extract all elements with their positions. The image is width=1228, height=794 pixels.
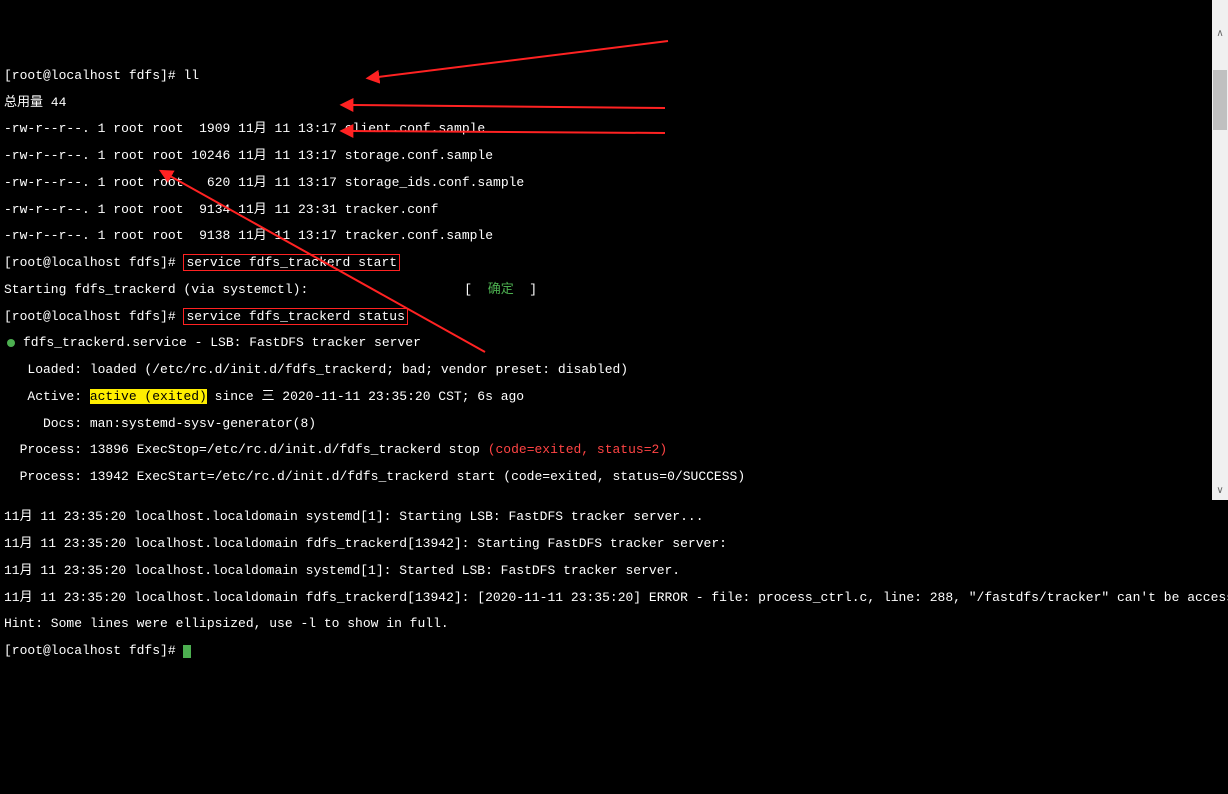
file-row: -rw-r--r--. 1 root root 1909 11月 11 13:1… (4, 122, 1224, 135)
command-start: service fdfs_trackerd start (183, 254, 400, 271)
scroll-thumb[interactable] (1213, 70, 1227, 130)
log-line: 11月 11 23:35:20 localhost.localdomain sy… (4, 510, 1224, 523)
status-dot-icon (7, 339, 15, 347)
total-line: 总用量 44 (4, 96, 1224, 109)
shell-prompt: [root@localhost fdfs]# (4, 68, 176, 83)
hint-line: Hint: Some lines were ellipsized, use -l… (4, 617, 1224, 630)
ok-text: 确定 (488, 282, 514, 297)
process-stop-code: (code=exited, status=2) (488, 442, 667, 457)
terminal-output[interactable]: [root@localhost fdfs]# ll 总用量 44 -rw-r--… (0, 54, 1228, 674)
log-line: 11月 11 23:35:20 localhost.localdomain sy… (4, 564, 1224, 577)
starting-text: Starting fdfs_trackerd (via systemctl): (4, 282, 308, 297)
command-ll: ll (183, 68, 199, 83)
chevron-up-icon: ∧ (1216, 30, 1223, 40)
service-title: fdfs_trackerd.service - LSB: FastDFS tra… (23, 335, 421, 350)
scroll-down-button[interactable]: ∨ (1212, 484, 1228, 500)
terminal-cursor (183, 645, 191, 658)
file-row: -rw-r--r--. 1 root root 9138 11月 11 13:1… (4, 229, 1224, 242)
file-row: -rw-r--r--. 1 root root 620 11月 11 13:17… (4, 176, 1224, 189)
active-since: since 三 2020-11-11 23:35:20 CST; 6s ago (207, 389, 524, 404)
shell-prompt: [root@localhost fdfs]# (4, 255, 176, 270)
process-stop: Process: 13896 ExecStop=/etc/rc.d/init.d… (4, 442, 488, 457)
active-value: active (exited) (90, 389, 207, 404)
docs-line: Docs: man:systemd-sysv-generator(8) (4, 417, 1224, 430)
scroll-up-button[interactable]: ∧ (1212, 27, 1228, 43)
scrollbar[interactable]: ∧ ∨ (1212, 0, 1228, 500)
file-row: -rw-r--r--. 1 root root 9134 11月 11 23:3… (4, 203, 1224, 216)
active-label: Active: (4, 389, 90, 404)
ok-bracket: ] (514, 282, 537, 297)
file-row: -rw-r--r--. 1 root root 10246 11月 11 13:… (4, 149, 1224, 162)
ok-bracket: [ (464, 282, 487, 297)
log-line: 11月 11 23:35:20 localhost.localdomain fd… (4, 537, 1224, 550)
shell-prompt: [root@localhost fdfs]# (4, 643, 176, 658)
shell-prompt: [root@localhost fdfs]# (4, 309, 176, 324)
log-line: 11月 11 23:35:20 localhost.localdomain fd… (4, 591, 1224, 604)
command-status: service fdfs_trackerd status (183, 308, 407, 325)
chevron-down-icon: ∨ (1216, 487, 1223, 497)
loaded-line: Loaded: loaded (/etc/rc.d/init.d/fdfs_tr… (4, 363, 1224, 376)
process-start: Process: 13942 ExecStart=/etc/rc.d/init.… (4, 470, 1224, 483)
